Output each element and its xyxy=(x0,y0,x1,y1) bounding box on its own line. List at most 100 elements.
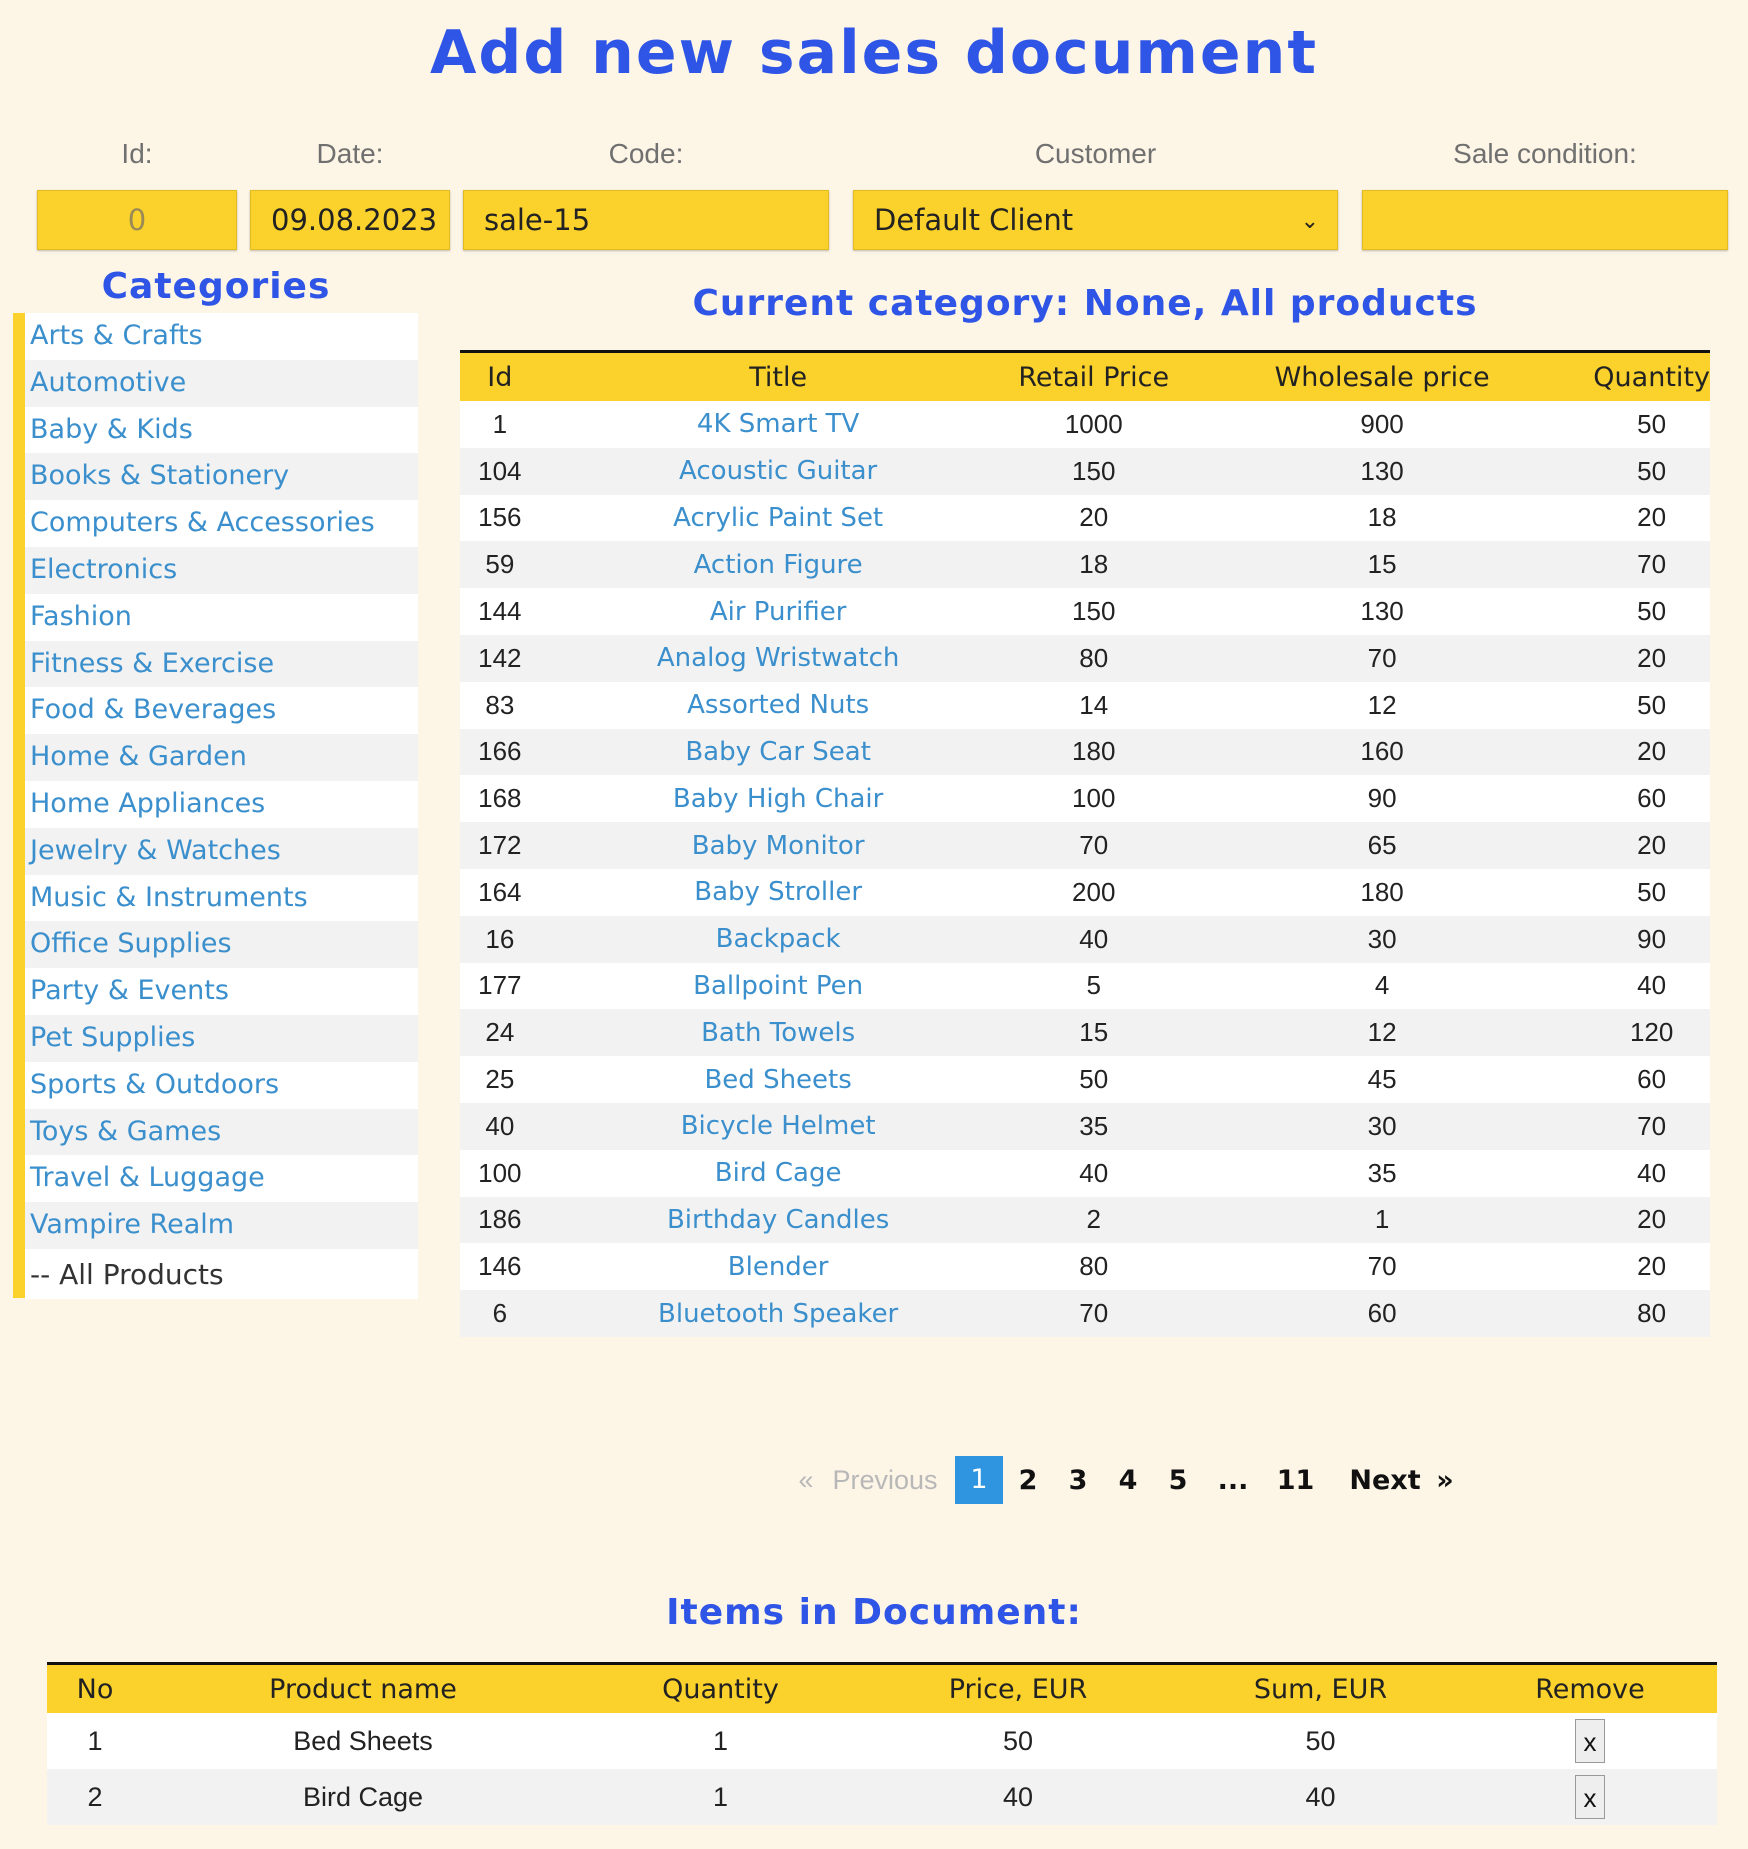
category-item[interactable]: Vampire Realm xyxy=(25,1202,418,1249)
quantity-cell: 20 xyxy=(1593,1196,1710,1244)
table-row[interactable]: 24 Bath Towels 15 12 120 xyxy=(460,1009,1710,1057)
product-title-link[interactable]: Bird Cage xyxy=(539,1149,1017,1197)
col-header-sum: Sum, EUR xyxy=(1178,1662,1463,1713)
page-button-11[interactable]: 11 xyxy=(1263,1465,1328,1496)
product-title-link[interactable]: Bicycle Helmet xyxy=(539,1102,1017,1150)
table-row[interactable]: 177 Ballpoint Pen 5 4 40 xyxy=(460,962,1710,1010)
product-id-cell: 104 xyxy=(460,447,540,495)
retail-price-cell: 20 xyxy=(1016,494,1171,542)
previous-button[interactable]: Previous xyxy=(825,1465,945,1496)
retail-price-cell: 40 xyxy=(1016,915,1171,963)
product-title-link[interactable]: Air Purifier xyxy=(539,588,1017,635)
product-title-link[interactable]: Baby Monitor xyxy=(539,822,1017,869)
product-title-link[interactable]: Assorted Nuts xyxy=(539,681,1017,729)
product-id-cell: 40 xyxy=(460,1102,540,1150)
products-table: Id Title Retail Price Wholesale price Qu… xyxy=(460,350,1710,1337)
category-item[interactable]: Office Supplies xyxy=(25,921,418,969)
category-item[interactable]: Sports & Outdoors xyxy=(25,1061,418,1109)
table-row[interactable]: 142 Analog Wristwatch 80 70 20 xyxy=(460,634,1710,682)
product-title-link[interactable]: Baby High Chair xyxy=(539,775,1017,823)
category-item[interactable]: Jewelry & Watches xyxy=(25,827,418,875)
product-title-link[interactable]: Bluetooth Speaker xyxy=(539,1290,1017,1337)
table-row[interactable]: 166 Baby Car Seat 180 160 20 xyxy=(460,728,1710,776)
product-title-link[interactable]: Blender xyxy=(539,1243,1017,1291)
page-button-5[interactable]: 5 xyxy=(1153,1465,1203,1496)
category-item[interactable]: Home & Garden xyxy=(25,734,418,781)
code-field[interactable]: sale-15 xyxy=(463,190,829,250)
table-row[interactable]: 16 Backpack 40 30 90 xyxy=(460,915,1710,963)
category-item[interactable]: Food & Beverages xyxy=(25,687,418,735)
category-item[interactable]: Electronics xyxy=(25,546,418,594)
category-item[interactable]: Home Appliances xyxy=(25,780,418,828)
remove-cell: x xyxy=(1463,1713,1717,1769)
product-id-cell: 177 xyxy=(460,962,540,1010)
product-title-link[interactable]: 4K Smart TV xyxy=(539,401,1017,448)
table-row[interactable]: 164 Baby Stroller 200 180 50 xyxy=(460,868,1710,916)
category-item[interactable]: Fashion xyxy=(25,593,418,641)
wholesale-price-cell: 4 xyxy=(1170,962,1594,1010)
product-title-link[interactable]: Analog Wristwatch xyxy=(539,634,1017,682)
date-field[interactable]: 09.08.2023 xyxy=(250,190,450,250)
page-button-2[interactable]: 2 xyxy=(1003,1465,1053,1496)
product-title-link[interactable]: Acoustic Guitar xyxy=(539,447,1017,495)
product-title-link[interactable]: Action Figure xyxy=(539,541,1017,589)
category-item[interactable]: Party & Events xyxy=(25,968,418,1015)
quantity-cell: 60 xyxy=(1593,775,1710,823)
sale-condition-field[interactable] xyxy=(1362,190,1728,250)
product-title-link[interactable]: Backpack xyxy=(539,915,1017,963)
category-item[interactable]: Music & Instruments xyxy=(25,874,418,922)
table-row[interactable]: 40 Bicycle Helmet 35 30 70 xyxy=(460,1102,1710,1150)
category-item[interactable]: Baby & Kids xyxy=(25,406,418,454)
pagination: « Previous 1 2 3 4 5 ... 11 Next » xyxy=(795,1455,1460,1505)
table-row[interactable]: 168 Baby High Chair 100 90 60 xyxy=(460,775,1710,823)
category-item[interactable]: Fitness & Exercise xyxy=(25,640,418,688)
category-item[interactable]: Computers & Accessories xyxy=(25,500,418,547)
product-id-cell: 25 xyxy=(460,1056,540,1103)
id-field[interactable]: 0 xyxy=(37,190,237,250)
wholesale-price-cell: 1 xyxy=(1170,1196,1594,1244)
item-no-cell: 2 xyxy=(47,1769,143,1825)
quantity-cell: 90 xyxy=(1593,915,1710,963)
category-item[interactable]: Travel & Luggage xyxy=(25,1155,418,1203)
category-item[interactable]: Arts & Crafts xyxy=(25,313,418,360)
product-title-link[interactable]: Acrylic Paint Set xyxy=(539,494,1017,542)
product-title-link[interactable]: Baby Car Seat xyxy=(539,728,1017,776)
page-button-1[interactable]: 1 xyxy=(955,1456,1003,1504)
col-header-remove: Remove xyxy=(1463,1662,1717,1713)
table-row[interactable]: 104 Acoustic Guitar 150 130 50 xyxy=(460,447,1710,495)
category-item[interactable]: Automotive xyxy=(25,359,418,407)
table-row[interactable]: 100 Bird Cage 40 35 40 xyxy=(460,1149,1710,1197)
quantity-cell: 40 xyxy=(1593,1149,1710,1197)
table-row[interactable]: 83 Assorted Nuts 14 12 50 xyxy=(460,681,1710,729)
product-title-link[interactable]: Baby Stroller xyxy=(539,868,1017,916)
table-row[interactable]: 186 Birthday Candles 2 1 20 xyxy=(460,1196,1710,1244)
page-button-4[interactable]: 4 xyxy=(1103,1465,1153,1496)
product-title-link[interactable]: Bed Sheets xyxy=(539,1056,1017,1103)
items-in-document-title: Items in Document: xyxy=(666,1592,1082,1633)
product-title-link[interactable]: Bath Towels xyxy=(539,1009,1017,1057)
table-row[interactable]: 172 Baby Monitor 70 65 20 xyxy=(460,822,1710,869)
table-row[interactable]: 146 Blender 80 70 20 xyxy=(460,1243,1710,1291)
table-row[interactable]: 156 Acrylic Paint Set 20 18 20 xyxy=(460,494,1710,542)
table-row[interactable]: 6 Bluetooth Speaker 70 60 80 xyxy=(460,1290,1710,1337)
table-row[interactable]: 1 4K Smart TV 1000 900 50 xyxy=(460,401,1710,448)
remove-button[interactable]: x xyxy=(1575,1775,1605,1819)
category-item[interactable]: Toys & Games xyxy=(25,1108,418,1156)
table-row[interactable]: 59 Action Figure 18 15 70 xyxy=(460,541,1710,589)
wholesale-price-cell: 70 xyxy=(1170,1243,1594,1291)
category-item-all-products[interactable]: -- All Products xyxy=(25,1248,418,1299)
table-row[interactable]: 144 Air Purifier 150 130 50 xyxy=(460,588,1710,635)
next-arrow[interactable]: » xyxy=(1430,1465,1460,1496)
page-button-3[interactable]: 3 xyxy=(1053,1465,1103,1496)
category-item[interactable]: Pet Supplies xyxy=(25,1014,418,1062)
customer-select[interactable]: Default Client ⌄ xyxy=(853,190,1338,250)
wholesale-price-cell: 180 xyxy=(1170,868,1594,916)
product-title-link[interactable]: Birthday Candles xyxy=(539,1196,1017,1244)
product-id-cell: 6 xyxy=(460,1290,540,1337)
product-title-link[interactable]: Ballpoint Pen xyxy=(539,962,1017,1010)
remove-button[interactable]: x xyxy=(1575,1719,1605,1763)
category-item[interactable]: Books & Stationery xyxy=(25,453,418,501)
table-row[interactable]: 25 Bed Sheets 50 45 60 xyxy=(460,1056,1710,1103)
col-header-title: Title xyxy=(539,350,1017,401)
next-button[interactable]: Next xyxy=(1340,1465,1430,1496)
